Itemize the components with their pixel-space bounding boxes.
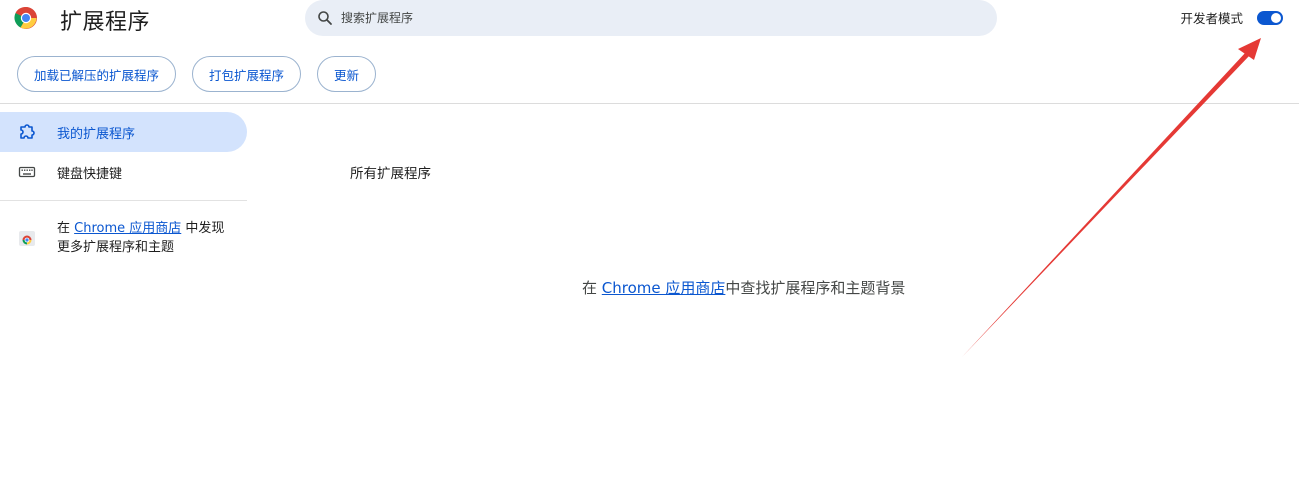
developer-mode-toggle[interactable] xyxy=(1257,10,1283,25)
keyboard-icon xyxy=(18,163,36,181)
web-store-link-main[interactable]: Chrome 应用商店 xyxy=(602,279,726,297)
toolbar: 加载已解压的扩展程序 打包扩展程序 更新 xyxy=(17,56,377,92)
sidebar-item-label: 键盘快捷键 xyxy=(57,166,123,182)
empty-prefix: 在 xyxy=(582,279,602,297)
sidebar-item-label: 我的扩展程序 xyxy=(57,126,136,142)
pack-extension-button[interactable]: 打包扩展程序 xyxy=(192,56,302,92)
empty-state-message: 在 Chrome 应用商店中查找扩展程序和主题背景 xyxy=(582,277,905,298)
developer-mode-label: 开发者模式 xyxy=(1180,11,1243,26)
search-input[interactable] xyxy=(339,10,963,26)
search-bar[interactable] xyxy=(305,0,997,36)
sidebar-item-my-extensions[interactable]: 我的扩展程序 xyxy=(0,112,247,152)
empty-suffix: 中查找扩展程序和主题背景 xyxy=(725,279,906,297)
extensions-page: 扩展程序 开发者模式 加载已解压的扩展程序 打包扩展程序 更新 我的扩展程序 xyxy=(0,0,1299,487)
chrome-logo-icon xyxy=(14,6,37,29)
puzzle-icon xyxy=(18,123,36,141)
web-store-promo-text: 在 Chrome 应用商店 中发现更多扩展程序和主题 xyxy=(57,219,237,257)
toggle-knob xyxy=(1271,12,1281,23)
section-title: 所有扩展程序 xyxy=(350,166,431,182)
header-divider xyxy=(0,103,1299,104)
promo-prefix: 在 xyxy=(57,221,75,236)
web-store-link[interactable]: Chrome 应用商店 xyxy=(74,221,181,236)
page-title: 扩展程序 xyxy=(60,10,151,35)
update-button[interactable]: 更新 xyxy=(317,56,377,92)
sidebar-item-keyboard-shortcuts[interactable]: 键盘快捷键 xyxy=(0,152,247,192)
load-unpacked-button[interactable]: 加载已解压的扩展程序 xyxy=(17,56,177,92)
search-icon xyxy=(318,11,332,25)
developer-mode: 开发者模式 xyxy=(1180,8,1283,27)
web-store-promo: 在 Chrome 应用商店 中发现更多扩展程序和主题 xyxy=(18,219,237,257)
chrome-web-store-icon xyxy=(19,231,35,246)
sidebar-divider xyxy=(0,200,247,201)
